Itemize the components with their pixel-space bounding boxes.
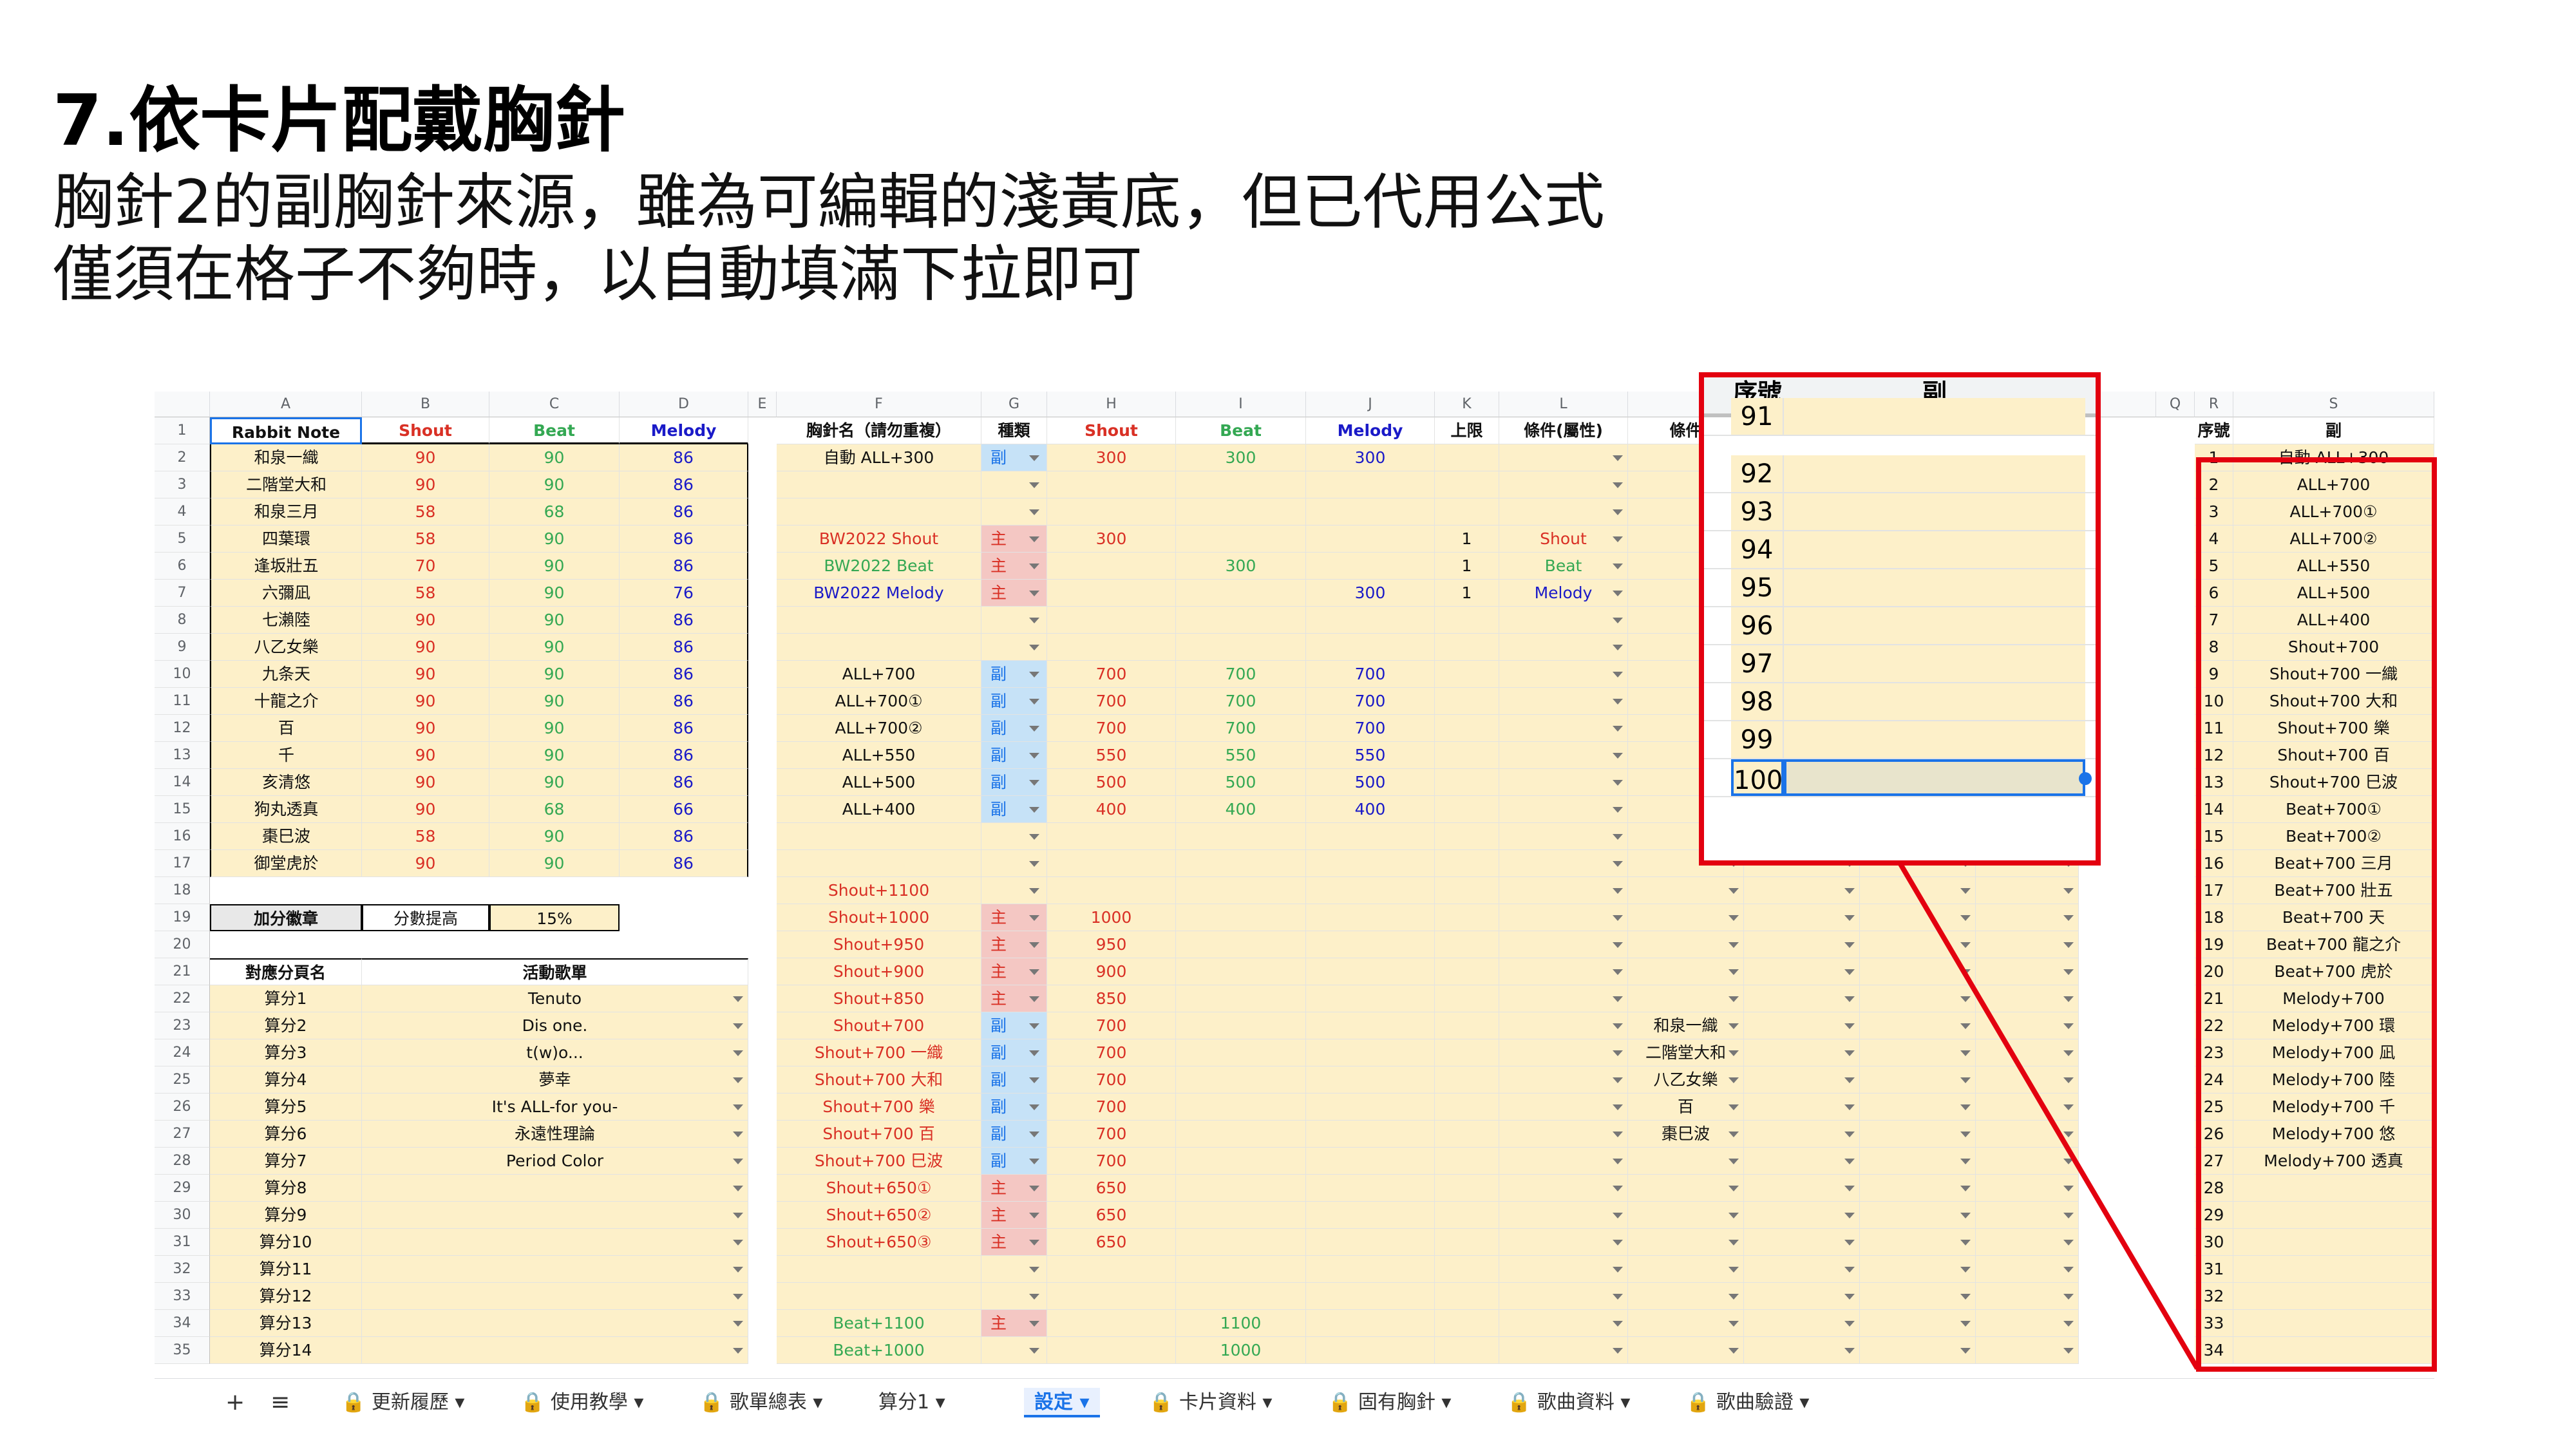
slide: 7.依卡片配戴胸針 胸針2的副胸針來源，雖為可編輯的淺黃底，但已代用公式 僅須在… — [0, 0, 2576, 1449]
connector-lines — [1897, 861, 2200, 1370]
